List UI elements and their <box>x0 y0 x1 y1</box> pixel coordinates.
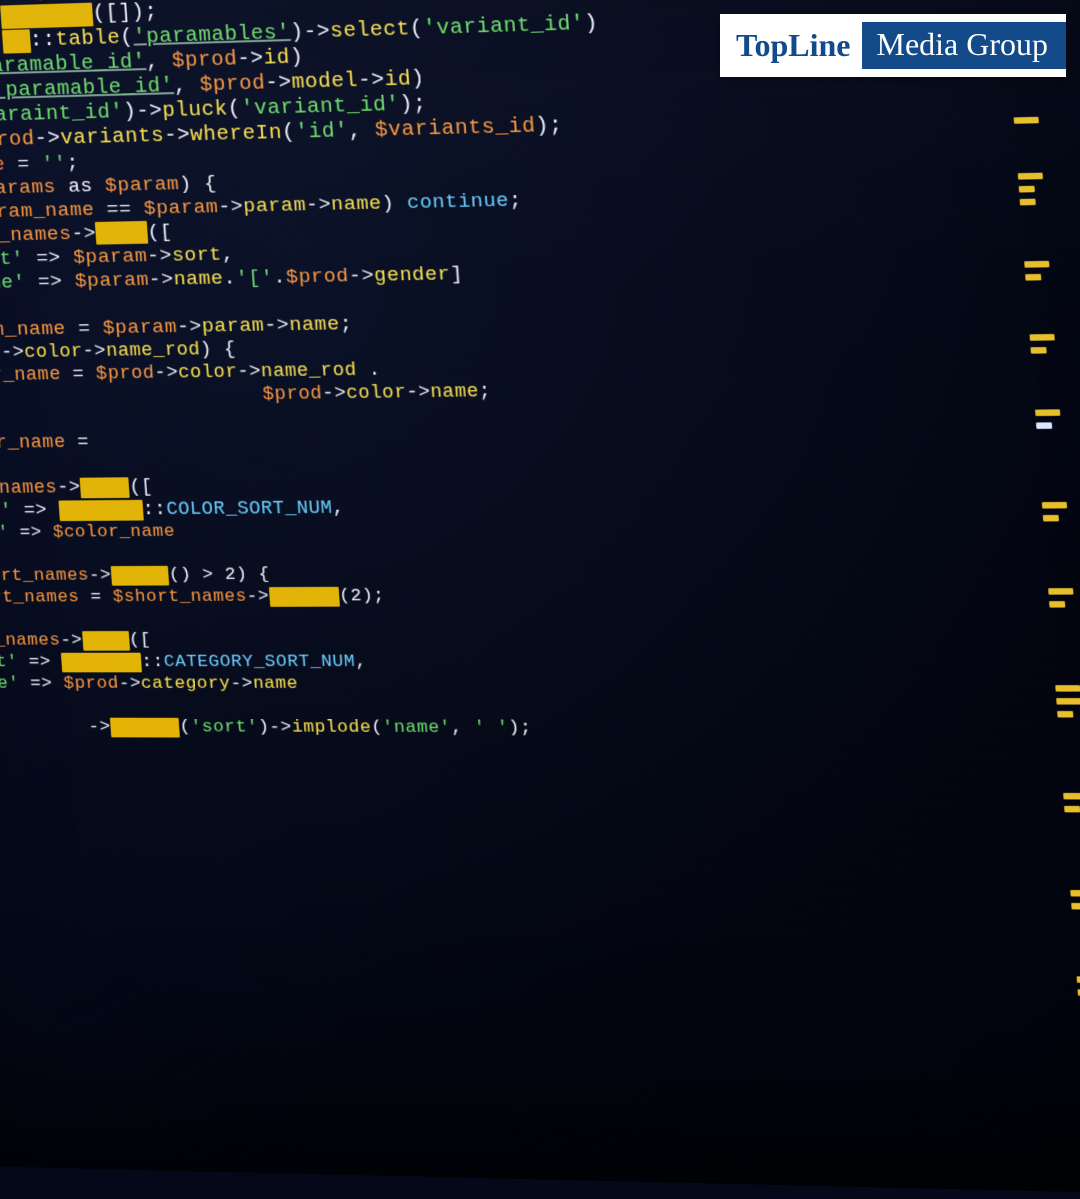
brand-badge: TopLine Media Group <box>720 14 1066 77</box>
minimap-bar <box>1030 347 1046 354</box>
minimap-bar <box>1056 698 1080 704</box>
minimap-bar <box>1014 117 1039 124</box>
minimap-bar <box>1071 903 1080 910</box>
minimap-bar <box>1030 334 1055 341</box>
minimap-bar <box>1019 186 1035 193</box>
brand-right: Media Group <box>862 22 1066 69</box>
minimap-bar <box>1024 261 1049 268</box>
minimap-bar <box>1043 515 1059 522</box>
minimap-bar <box>1070 890 1080 897</box>
minimap-bar <box>1063 793 1080 800</box>
brand-left: TopLine <box>720 27 862 64</box>
minimap-bar <box>1064 806 1080 813</box>
minimap-bar <box>1049 601 1065 608</box>
code-line[interactable]: ->sortBy('sort')->implode('name', ' '); <box>0 716 1043 741</box>
minimap-bar <box>1077 976 1080 983</box>
minimap-bar <box>1036 422 1052 429</box>
code-area[interactable]: ::with('params', 'model.params');roducts… <box>0 0 1080 1192</box>
code-line[interactable]: ]); <box>0 695 1042 719</box>
editor-window: ::with('params', 'model.params');roducts… <box>0 0 1080 1199</box>
minimap-bar <box>1020 199 1036 206</box>
code-line[interactable]: 'name' => $prod->category->name <box>0 673 1040 696</box>
minimap-bar <box>1035 409 1060 416</box>
code-line[interactable]: $short_names->push([ <box>0 628 1037 652</box>
code-line[interactable]: 'sort' => Product::CATEGORY_SORT_NUM, <box>0 651 1039 674</box>
code-line[interactable]: } <box>0 605 1035 630</box>
minimap-bar <box>1025 274 1041 281</box>
minimap-bar <box>1018 173 1043 180</box>
minimap-bar <box>1055 685 1080 691</box>
minimap-bar <box>1048 588 1073 595</box>
minimap-bar <box>1042 502 1067 509</box>
minimap-bar <box>1057 711 1073 717</box>
